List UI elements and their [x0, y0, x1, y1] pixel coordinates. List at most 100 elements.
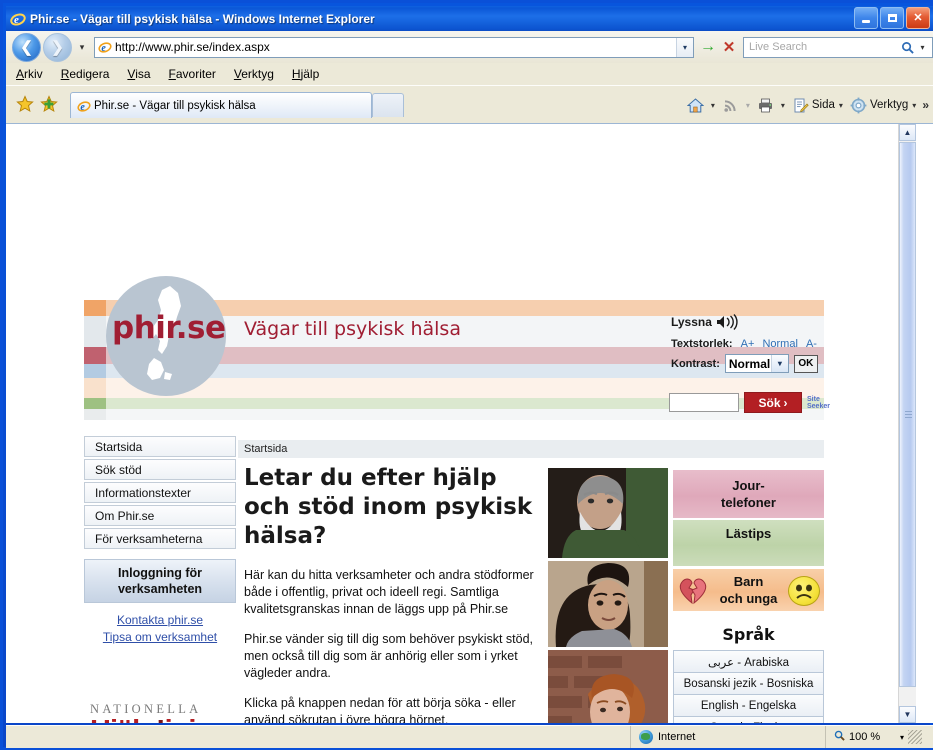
go-button[interactable]: → [697, 36, 719, 58]
page-favicon-icon: e [98, 40, 112, 54]
language-engelska[interactable]: English - Engelska [673, 694, 824, 716]
listen-label: Lyssna [671, 315, 712, 329]
contrast-ok-button[interactable]: OK [793, 354, 818, 373]
chevron-down-icon[interactable]: ▾ [711, 101, 715, 110]
site-search-row: Sök › Site Seeker [669, 392, 830, 413]
add-favorite-icon[interactable] [40, 95, 58, 113]
chevron-down-icon[interactable]: ▾ [900, 733, 904, 742]
site-search-input[interactable] [669, 393, 739, 412]
menu-item-redigera[interactable]: Redigera [61, 67, 110, 81]
forward-button[interactable]: ❯ [43, 32, 72, 62]
contrast-select[interactable]: Normal ▾ [724, 354, 789, 373]
back-button[interactable]: ❮ [12, 32, 41, 62]
browser-search-box[interactable]: Live Search ▾ [743, 36, 933, 58]
security-zone[interactable]: Internet [630, 726, 825, 748]
chevron-down-icon[interactable]: ▾ [770, 355, 788, 372]
language-finska[interactable]: Suomi - Finska [673, 716, 824, 723]
browser-search-input[interactable]: Live Search [744, 41, 897, 53]
ie-logo-icon: e [10, 11, 26, 27]
menu-rest: avoriter [175, 67, 216, 81]
address-bar[interactable]: e http://www.phir.se/index.aspx ▾ [94, 36, 694, 58]
promo-barn-line2: och unga [719, 591, 778, 606]
menu-accel: A [16, 67, 25, 81]
right-column: Jour- telefoner Lästips Barn och unga Sp… [673, 470, 824, 723]
printer-icon [757, 97, 774, 114]
promo-barn-line1: Barn [733, 574, 764, 589]
menu-item-hjalp[interactable]: Hjälp [292, 67, 319, 81]
textsize-normal[interactable]: Normal [762, 338, 797, 350]
link-kontakta-phirse[interactable]: Kontakta phir.se [84, 613, 236, 627]
sidebar-item-sok-stod[interactable]: Sök stöd [84, 459, 236, 480]
hjalplinjen-logo: NATIONELLA Hjälp!injen 020-22 00 60 [90, 702, 240, 723]
command-bar: ▾ ▾ ▾ Sida ▾ Verktyg ▾ » [680, 92, 929, 118]
scroll-up-button[interactable]: ▲ [899, 124, 916, 141]
zoom-level: 100 % [849, 731, 881, 743]
resize-grip-icon[interactable] [908, 730, 922, 744]
chevron-down-icon[interactable]: ▾ [746, 101, 750, 110]
promo-jourtelefoner[interactable]: Jour- telefoner [673, 470, 824, 518]
maximize-button[interactable] [880, 7, 904, 29]
language-bosniska[interactable]: Bosanski jezik - Bosniska [673, 672, 824, 694]
sidebar-item-for-verksamheterna[interactable]: För verksamheterna [84, 528, 236, 549]
print-button[interactable]: ▾ [757, 97, 785, 114]
sidebar-item-startsida[interactable]: Startsida [84, 436, 236, 457]
address-dropdown-icon[interactable]: ▾ [676, 37, 693, 57]
sidebar-item-informationstexter[interactable]: Informationstexter [84, 482, 236, 503]
page-title: Letar du efter hjälp och stöd inom psyki… [244, 465, 533, 549]
broken-heart-icon [677, 575, 709, 605]
site-search-button[interactable]: Sök › [744, 392, 802, 413]
close-button[interactable]: ✕ [906, 7, 930, 29]
search-provider-caret-icon[interactable]: ▾ [917, 43, 928, 52]
page-icon [792, 97, 809, 114]
menu-item-favoriter[interactable]: Favoriter [169, 67, 216, 81]
menu-item-visa[interactable]: Visa [127, 67, 150, 81]
chevron-down-icon[interactable]: ▾ [781, 101, 785, 110]
svg-text:e: e [101, 43, 106, 54]
menu-item-verktyg[interactable]: Verktyg [234, 67, 274, 81]
page-button[interactable]: Sida ▾ [792, 97, 843, 114]
intro-paragraph-2: Phir.se vänder sig till dig som behöver … [244, 632, 534, 680]
scroll-down-button[interactable]: ▼ [899, 706, 916, 723]
login-button[interactable]: Inloggning för verksamheten [84, 559, 236, 603]
star-icon[interactable] [16, 95, 34, 113]
history-dropdown-button[interactable]: ▾ [76, 42, 88, 53]
breadcrumb-bar [238, 440, 824, 458]
promo-barn-och-unga[interactable]: Barn och unga [673, 569, 824, 611]
window-title: Phir.se - Vägar till psykisk hälsa - Win… [30, 11, 375, 26]
forward-arrow-icon: ❯ [51, 39, 64, 56]
vertical-scrollbar[interactable]: ▲ ▼ [898, 124, 916, 723]
search-icon[interactable] [897, 38, 917, 57]
promo-lastips[interactable]: Lästips [673, 520, 824, 566]
hjalplinjen-word2: injen [165, 715, 229, 723]
home-button[interactable]: ▾ [686, 97, 715, 114]
new-tab-button[interactable] [372, 93, 404, 117]
tools-button[interactable]: Verktyg ▾ [850, 97, 916, 114]
address-text[interactable]: http://www.phir.se/index.aspx [115, 40, 676, 54]
browser-tab-active[interactable]: e Phir.se - Vägar till psykisk hälsa [70, 92, 372, 118]
site-logo-text[interactable]: phir.se [112, 310, 232, 354]
link-tipsa-om-verksamhet[interactable]: Tipsa om verksamhet [84, 630, 236, 644]
language-arabiska[interactable]: عربى - Arabiska [673, 650, 824, 672]
overflow-chevron-icon[interactable]: » [922, 98, 929, 112]
scrollbar-thumb[interactable] [899, 142, 916, 687]
gear-icon [850, 97, 867, 114]
minimize-button[interactable] [854, 7, 878, 29]
chevron-down-icon[interactable]: ▾ [912, 101, 916, 110]
textsize-decrease[interactable]: A- [806, 338, 817, 350]
stop-button[interactable]: ✕ [719, 36, 739, 58]
sidebar-item-om-phirse[interactable]: Om Phir.se [84, 505, 236, 526]
feeds-button[interactable]: ▾ [722, 97, 750, 114]
breadcrumb[interactable]: Startsida [244, 443, 287, 455]
menu-rest: jälp [300, 67, 320, 81]
page-viewport: phir.se Vägar till psykisk hälsa Lyssna [6, 123, 933, 723]
menu-item-arkiv[interactable]: Arkiv [16, 67, 43, 81]
zoom-control[interactable]: 100 % ▾ [825, 726, 933, 748]
accessibility-tools: Lyssna Textstorlek: A+ Normal A- Kontras… [671, 314, 831, 373]
textsize-increase[interactable]: A+ [741, 338, 755, 350]
contrast-value: Normal [728, 356, 771, 371]
siteseeker-line2: Seeker [807, 402, 830, 410]
textsize-row: Textstorlek: A+ Normal A- [671, 338, 831, 350]
chevron-down-icon[interactable]: ▾ [839, 101, 843, 110]
listen-button[interactable]: Lyssna [671, 314, 831, 330]
tab-bar: e Phir.se - Vägar till psykisk hälsa ▾ ▾… [6, 85, 933, 124]
